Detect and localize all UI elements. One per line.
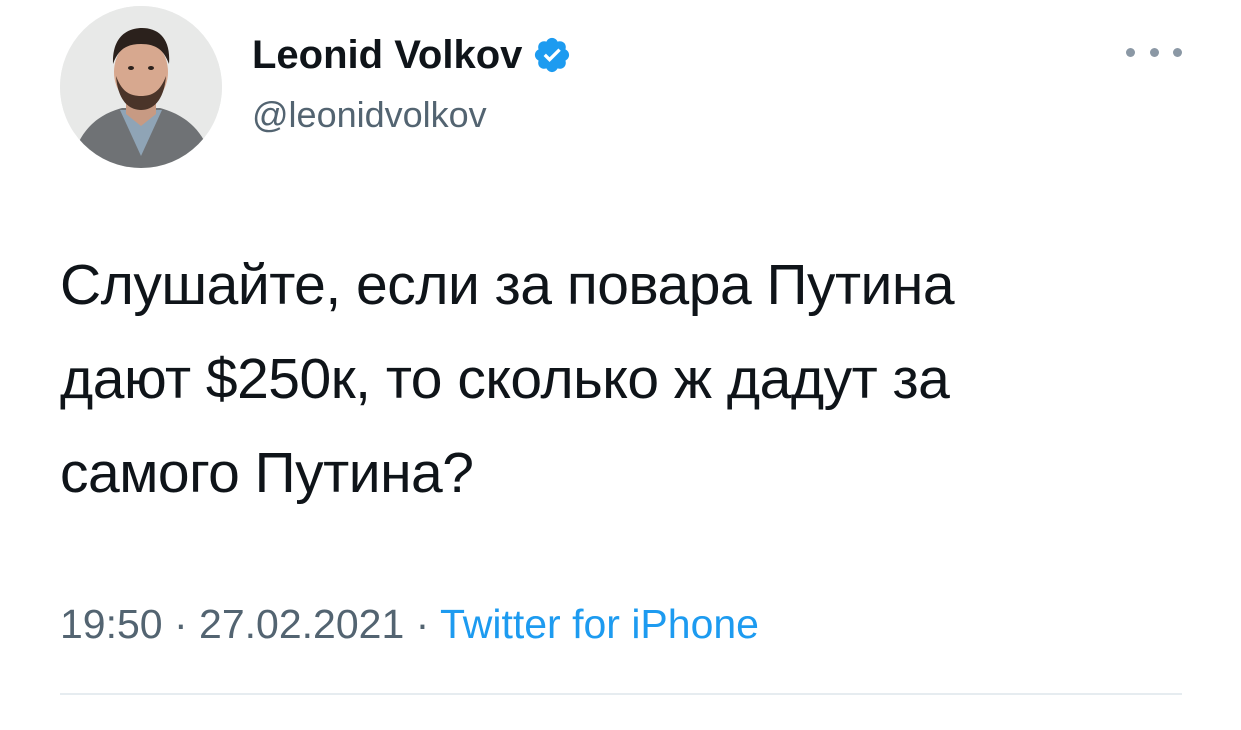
tweet-source-link[interactable]: Twitter for iPhone bbox=[440, 601, 759, 647]
more-options-icon bbox=[1126, 47, 1135, 57]
tweet-card: Leonid Volkov @leonidvolkov Слушайте, ес… bbox=[0, 0, 1241, 730]
profile-photo-icon bbox=[60, 6, 222, 168]
author-name-row: Leonid Volkov bbox=[252, 32, 572, 78]
tweet-text-line: самого Путина? bbox=[60, 441, 474, 505]
more-options-button[interactable] bbox=[1126, 36, 1182, 68]
author-display-name[interactable]: Leonid Volkov bbox=[252, 32, 522, 78]
avatar[interactable] bbox=[60, 6, 222, 168]
author-handle[interactable]: @leonidvolkov bbox=[252, 94, 487, 136]
more-options-icon-dot bbox=[1149, 47, 1159, 57]
meta-separator: · bbox=[404, 601, 440, 647]
tweet-text-line: Слушайте, если за повара Путина bbox=[60, 253, 955, 317]
tweet-time[interactable]: 19:50 bbox=[60, 601, 163, 647]
divider bbox=[60, 693, 1182, 695]
verified-badge-icon bbox=[532, 35, 572, 75]
tweet-meta: 19:50 · 27.02.2021 · Twitter for iPhone bbox=[60, 598, 759, 650]
tweet-text-line: дают $250к, то сколько ж дадут за bbox=[60, 347, 950, 411]
tweet-text: Слушайте, если за повара Путина дают $25… bbox=[60, 238, 1200, 520]
meta-separator: · bbox=[162, 601, 200, 647]
more-options-icon-dot bbox=[1173, 47, 1182, 57]
tweet-date[interactable]: 27.02.2021 bbox=[199, 601, 404, 647]
